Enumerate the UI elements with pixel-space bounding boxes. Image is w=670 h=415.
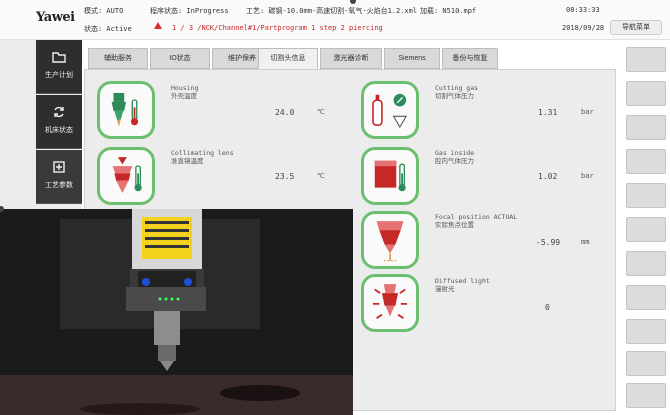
program-status: 程序状态: InProgress xyxy=(150,7,229,15)
side-button-3[interactable] xyxy=(626,115,666,140)
tab-laser-diagnosis[interactable]: 激光器诊断 xyxy=(320,48,382,69)
side-button-10[interactable] xyxy=(626,351,666,376)
side-button-4[interactable] xyxy=(626,149,666,174)
nav-machine-status[interactable]: 机床状态 xyxy=(36,95,82,149)
alarm-warning-icon xyxy=(154,22,162,29)
cutting-head-camera-image xyxy=(0,209,353,415)
focal-position-label-cn: 实际焦点位置 xyxy=(435,221,474,229)
machine-state: 状态: Active xyxy=(84,25,132,33)
diffused-light-label-cn: 漫射光 xyxy=(435,285,455,293)
tab-auxiliary-service[interactable]: 辅助服务 xyxy=(88,48,148,69)
refresh-icon xyxy=(54,106,64,118)
tab-cutting-head-info[interactable]: 切割头信息 xyxy=(258,48,318,69)
tab-backup-restore[interactable]: 备份与恢复 xyxy=(442,48,498,69)
housing-temperature-icon xyxy=(97,81,155,139)
mode-label: 模式: AUTO xyxy=(84,7,124,15)
side-button-11[interactable] xyxy=(626,383,666,408)
gas-inside-unit: bar xyxy=(581,172,594,180)
folder-icon xyxy=(52,52,66,63)
gas-inside-icon xyxy=(361,147,419,205)
cutting-gas-icon xyxy=(361,81,419,139)
nav-production-plan[interactable]: 生产计划 xyxy=(36,40,82,94)
gas-inside-label-cn: 腔内气体压力 xyxy=(435,157,474,165)
diffused-light-icon xyxy=(361,274,419,332)
collimating-lens-icon xyxy=(97,147,155,205)
side-button-8[interactable] xyxy=(626,285,666,310)
side-button-6[interactable] xyxy=(626,217,666,242)
nav-label: 生产计划 xyxy=(45,72,73,79)
tab-io-status[interactable]: IO状态 xyxy=(150,48,210,69)
cutting-gas-unit: bar xyxy=(581,108,594,116)
focal-position-icon xyxy=(361,211,419,269)
side-button-9[interactable] xyxy=(626,319,666,344)
loaded-program: 加载: N510.mpf xyxy=(420,7,477,15)
top-status-bar: Yawei 模式: AUTO 程序状态: InProgress 工艺: 碳钢-1… xyxy=(0,0,670,40)
camera-view[interactable] xyxy=(0,209,353,415)
collimating-value: 23.5 xyxy=(275,172,295,181)
nav-label: 工艺参数 xyxy=(45,182,73,189)
date: 2018/09/28 xyxy=(562,24,605,32)
alarm-message[interactable]: 1 / 3 /NCK/Channel#1/Partprogram 1 step … xyxy=(172,24,383,32)
nav-process-parameters[interactable]: 工艺参数 xyxy=(36,150,82,204)
diffused-light-value: 0 xyxy=(545,303,550,312)
nav-label: 机床状态 xyxy=(45,127,73,134)
collimating-label-cn: 准直镜温度 xyxy=(171,157,204,165)
collimating-unit: ℃ xyxy=(317,172,325,180)
focal-position-unit: mm xyxy=(581,238,590,246)
guide-menu-button[interactable]: 导航菜单 xyxy=(610,20,662,35)
process-file: 工艺: 碳钢-10.0mm-高速切割-氧气-火焰台1.2.xml xyxy=(246,7,418,15)
side-button-2[interactable] xyxy=(626,81,666,106)
process-icon xyxy=(53,161,65,173)
tab-siemens[interactable]: Siemens xyxy=(384,48,440,69)
cutting-gas-value: 1.31 xyxy=(538,108,558,117)
side-button-5[interactable] xyxy=(626,183,666,208)
gas-inside-value: 1.02 xyxy=(538,172,558,181)
focal-position-value: -5.99 xyxy=(536,238,561,247)
cutting-gas-label-cn: 切割气体压力 xyxy=(435,92,474,100)
yawei-logo: Yawei xyxy=(36,10,75,25)
side-button-7[interactable] xyxy=(626,251,666,276)
housing-unit: ℃ xyxy=(317,108,325,116)
housing-value: 24.0 xyxy=(275,108,295,117)
housing-label-cn: 外壳温度 xyxy=(171,92,197,100)
side-button-1[interactable] xyxy=(626,47,666,72)
clock-time: 08:33:33 xyxy=(566,6,600,14)
